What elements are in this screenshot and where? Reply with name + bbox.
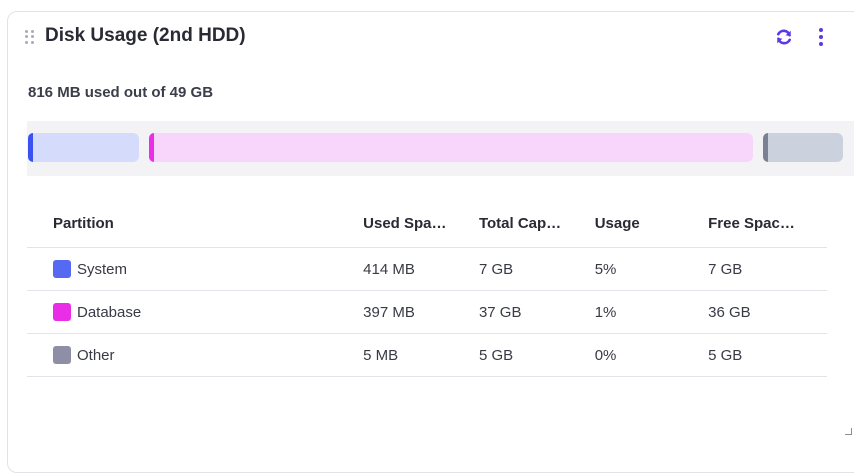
more-vertical-icon[interactable] xyxy=(816,27,826,47)
usage-bar-segment-system[interactable] xyxy=(28,133,139,162)
column-header-total-capacity[interactable]: Total Cap… xyxy=(478,200,595,248)
drag-handle-icon[interactable] xyxy=(25,30,37,44)
partition-name: Database xyxy=(77,304,142,321)
usage-bar-segment-database[interactable] xyxy=(149,133,753,162)
partition-table: Partition Used Spa… Total Cap… Usage Fre… xyxy=(27,200,827,377)
table-row[interactable]: Database 397 MB 37 GB 1% 36 GB xyxy=(27,290,827,334)
partition-color-swatch xyxy=(53,303,71,321)
column-header-usage[interactable]: Usage xyxy=(594,200,709,248)
total-capacity-cell: 5 GB xyxy=(478,333,595,377)
table-header-row: Partition Used Spa… Total Cap… Usage Fre… xyxy=(27,200,827,248)
table-row[interactable]: System 414 MB 7 GB 5% 7 GB xyxy=(27,247,827,291)
resize-handle-icon[interactable] xyxy=(845,428,852,435)
used-space-cell: 414 MB xyxy=(363,247,479,291)
usage-cell: 1% xyxy=(594,290,709,334)
free-space-cell: 7 GB xyxy=(708,247,827,291)
free-space-cell: 5 GB xyxy=(708,333,827,377)
usage-summary: 816 MB used out of 49 GB xyxy=(28,84,214,101)
card-title: Disk Usage (2nd HDD) xyxy=(45,25,246,46)
free-space-cell: 36 GB xyxy=(708,290,827,334)
partition-name: System xyxy=(77,261,128,278)
used-space-cell: 5 MB xyxy=(363,333,479,377)
usage-bar-segment-other[interactable] xyxy=(763,133,843,162)
partition-color-swatch xyxy=(53,260,71,278)
total-capacity-cell: 37 GB xyxy=(478,290,595,334)
usage-cell: 5% xyxy=(594,247,709,291)
card-header: Disk Usage (2nd HDD) xyxy=(22,24,824,48)
column-header-partition[interactable]: Partition xyxy=(27,200,364,248)
usage-bar xyxy=(27,121,854,176)
table-row[interactable]: Other 5 MB 5 GB 0% 5 GB xyxy=(27,333,827,377)
column-header-free-space[interactable]: Free Spac… xyxy=(708,200,827,248)
usage-cell: 0% xyxy=(594,333,709,377)
refresh-icon[interactable] xyxy=(773,27,795,47)
total-capacity-cell: 7 GB xyxy=(478,247,595,291)
partition-name: Other xyxy=(77,347,115,364)
used-space-cell: 397 MB xyxy=(363,290,479,334)
partition-color-swatch xyxy=(53,346,71,364)
column-header-used-space[interactable]: Used Spa… xyxy=(363,200,479,248)
